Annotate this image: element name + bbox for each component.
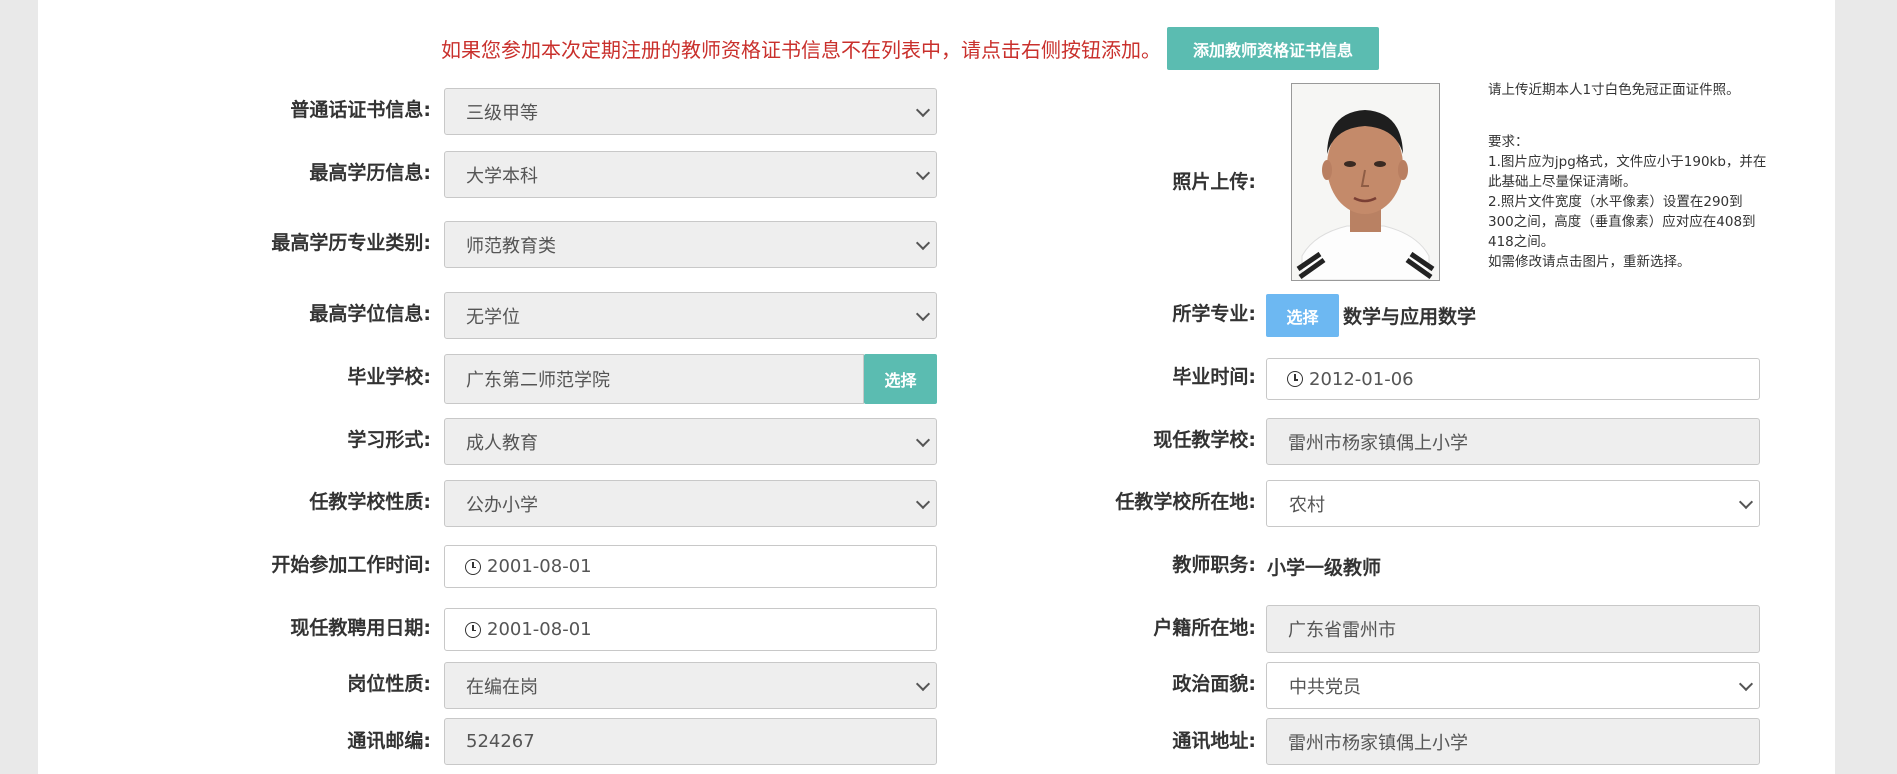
add-certificate-button[interactable]: 添加教师资格证书信息 xyxy=(1167,27,1379,70)
household-input[interactable]: 广东省雷州市 xyxy=(1266,605,1760,653)
chevron-down-icon xyxy=(915,494,931,509)
household-value: 广东省雷州市 xyxy=(1288,620,1396,641)
grad-time-date-input[interactable]: 2012-01-06 xyxy=(1266,358,1760,400)
study-form-select[interactable]: 成人教育 xyxy=(444,418,937,465)
mandarin-value: 三级甲等 xyxy=(466,102,538,124)
postcode-input[interactable]: 524267 xyxy=(444,718,937,765)
chevron-down-icon xyxy=(915,102,931,117)
education-label: 最高学历信息: xyxy=(309,162,431,184)
degree-value: 无学位 xyxy=(466,306,520,328)
school-location-label: 任教学校所在地: xyxy=(1115,491,1256,513)
postcode-label: 通讯邮编: xyxy=(347,730,431,752)
chevron-down-icon xyxy=(915,676,931,691)
degree-select[interactable]: 无学位 xyxy=(444,292,937,339)
major-label: 所学专业: xyxy=(1172,303,1256,325)
title-value: 小学一级教师 xyxy=(1267,557,1382,579)
photo-upload[interactable] xyxy=(1291,83,1440,281)
major-category-value: 师范教育类 xyxy=(466,235,556,257)
education-value: 大学本科 xyxy=(466,165,538,187)
clock-icon xyxy=(1287,371,1303,387)
photo-hint-title: 要求： xyxy=(1488,134,1529,150)
photo-label: 照片上传: xyxy=(1172,171,1256,193)
political-value: 中共党员 xyxy=(1289,676,1361,698)
postcode-value: 524267 xyxy=(466,731,535,752)
grad-time-label: 毕业时间: xyxy=(1172,366,1256,388)
political-select[interactable]: 中共党员 xyxy=(1266,662,1760,709)
work-start-value: 2001-08-01 xyxy=(487,556,592,577)
post-nature-label: 岗位性质: xyxy=(347,673,431,695)
chevron-down-icon xyxy=(915,165,931,180)
hire-date-label: 现任教聘用日期: xyxy=(290,617,431,639)
household-label: 户籍所在地: xyxy=(1153,617,1256,639)
mandarin-label: 普通话证书信息: xyxy=(290,99,431,121)
notice-text: 如果您参加本次定期注册的教师资格证书信息不在列表中，请点击右侧按钮添加。 xyxy=(441,38,1161,62)
grad-time-value: 2012-01-06 xyxy=(1309,368,1414,390)
school-select-button[interactable]: 选择 xyxy=(864,354,937,404)
school-location-value: 农村 xyxy=(1289,494,1325,516)
address-label: 通讯地址: xyxy=(1172,730,1256,752)
major-category-label: 最高学历专业类别: xyxy=(271,232,431,254)
title-label: 教师职务: xyxy=(1172,554,1256,576)
photo-hint-line-3: 如需修改请点击图片，重新选择。 xyxy=(1488,254,1691,270)
mandarin-select[interactable]: 三级甲等 xyxy=(444,88,937,135)
chevron-down-icon xyxy=(915,432,931,447)
current-school-value: 雷州市杨家镇偶上小学 xyxy=(1288,432,1468,454)
photo-hint-line-1: 1.图片应为jpg格式，文件应小于190kb，并在此基础上尽量保证清晰。 xyxy=(1488,154,1767,190)
study-form-value: 成人教育 xyxy=(466,432,538,454)
major-category-select[interactable]: 师范教育类 xyxy=(444,221,937,268)
current-school-input[interactable]: 雷州市杨家镇偶上小学 xyxy=(1266,418,1760,465)
school-location-select[interactable]: 农村 xyxy=(1266,480,1760,527)
work-start-date-input[interactable]: 2001-08-01 xyxy=(444,545,937,588)
photo-hint-main: 请上传近期本人1寸白色免冠正面证件照。 xyxy=(1488,82,1740,98)
address-input[interactable]: 雷州市杨家镇偶上小学 xyxy=(1266,718,1760,765)
chevron-down-icon xyxy=(915,235,931,250)
clock-icon xyxy=(465,558,481,575)
chevron-down-icon xyxy=(915,306,931,321)
school-nature-label: 任教学校性质: xyxy=(309,491,431,513)
hire-date-input[interactable]: 2001-08-01 xyxy=(444,608,937,651)
degree-label: 最高学位信息: xyxy=(309,303,431,325)
current-school-label: 现任教学校: xyxy=(1153,429,1256,451)
work-start-label: 开始参加工作时间: xyxy=(271,554,431,576)
hire-date-value: 2001-08-01 xyxy=(487,619,592,640)
address-value: 雷州市杨家镇偶上小学 xyxy=(1288,732,1468,754)
chevron-down-icon xyxy=(1738,494,1754,509)
id-photo xyxy=(1292,84,1439,280)
school-nature-select[interactable]: 公办小学 xyxy=(444,480,937,527)
school-nature-value: 公办小学 xyxy=(466,494,538,516)
post-nature-value: 在编在岗 xyxy=(466,676,538,698)
education-select[interactable]: 大学本科 xyxy=(444,151,937,198)
political-label: 政治面貌: xyxy=(1172,673,1256,695)
study-form-label: 学习形式: xyxy=(347,429,431,451)
school-value: 广东第二师范学院 xyxy=(466,370,610,391)
post-nature-select[interactable]: 在编在岗 xyxy=(444,662,937,709)
chevron-down-icon xyxy=(1738,676,1754,691)
photo-hint-line-2: 2.照片文件宽度（水平像素）设置在290到300之间，高度（垂直像素）应对应在4… xyxy=(1488,194,1756,250)
school-label: 毕业学校: xyxy=(347,366,431,388)
major-select-button[interactable]: 选择 xyxy=(1266,294,1339,337)
school-input[interactable]: 广东第二师范学院 xyxy=(444,354,864,404)
major-value: 数学与应用数学 xyxy=(1343,306,1477,328)
clock-icon xyxy=(465,621,481,638)
